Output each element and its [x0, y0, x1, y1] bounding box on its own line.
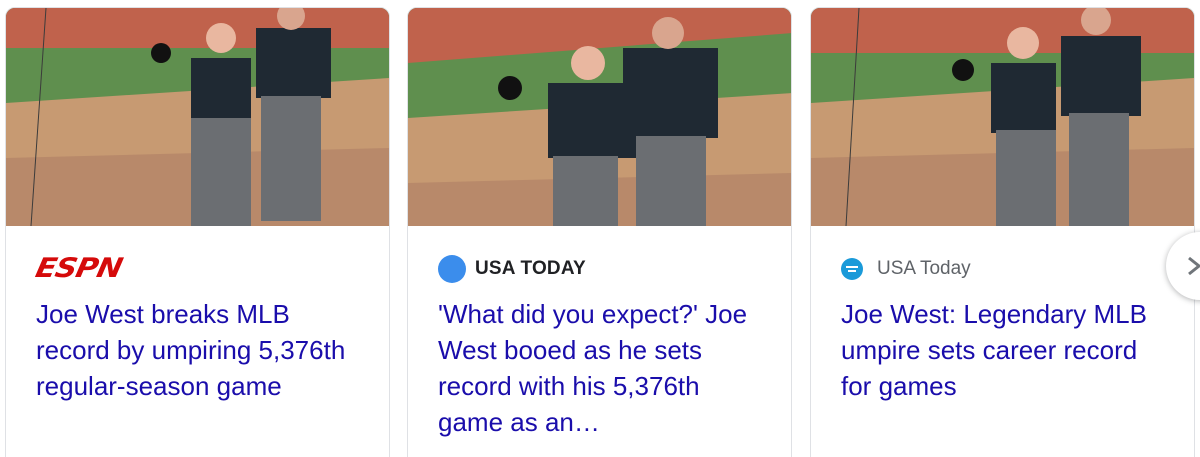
usa-today-dot-icon — [438, 255, 466, 283]
news-headline-link[interactable]: 'What did you expect?' Joe West booed as… — [438, 296, 761, 440]
news-thumbnail — [408, 8, 791, 226]
source-name: USA Today — [877, 258, 971, 279]
usa-today-favicon — [841, 258, 863, 280]
news-thumbnail — [811, 8, 1194, 226]
chevron-right-icon — [1184, 254, 1200, 278]
espn-logo: ESPN — [32, 252, 125, 285]
news-headline-link[interactable]: Joe West breaks MLB record by umpiring 5… — [36, 296, 359, 404]
top-stories-carousel: ESPN Joe West breaks MLB record by umpir… — [0, 0, 1200, 457]
news-source: USA Today — [841, 254, 1164, 284]
news-card[interactable]: USA Today Joe West: Legendary MLB umpire… — [810, 7, 1195, 457]
news-thumbnail — [6, 8, 389, 226]
news-headline-link[interactable]: Joe West: Legendary MLB umpire sets care… — [841, 296, 1164, 404]
news-card[interactable]: ESPN Joe West breaks MLB record by umpir… — [5, 7, 390, 457]
news-source: USA TODAY — [438, 254, 761, 284]
news-source: ESPN — [32, 252, 359, 285]
source-name: USA TODAY — [475, 258, 586, 279]
news-card[interactable]: USA TODAY 'What did you expect?' Joe Wes… — [407, 7, 792, 457]
